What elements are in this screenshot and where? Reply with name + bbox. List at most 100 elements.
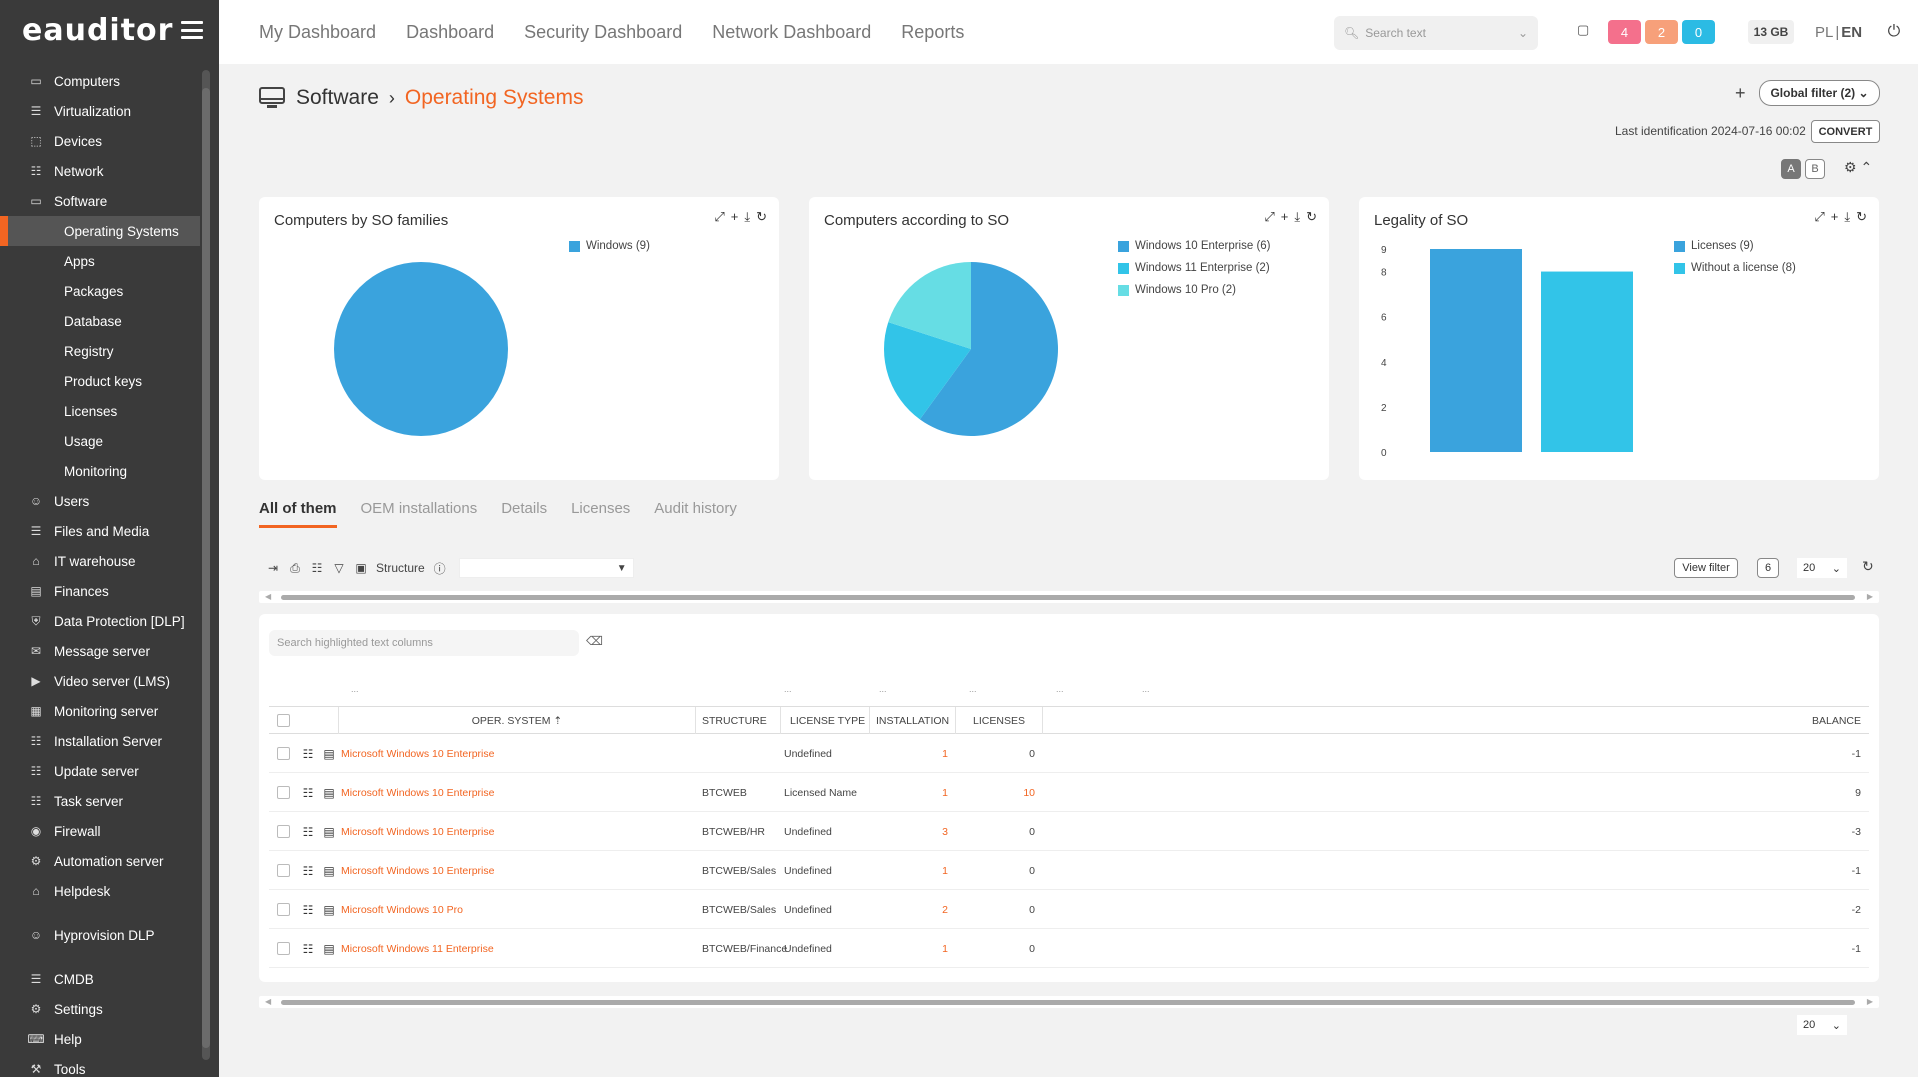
cell-licenses[interactable]: 10 <box>956 773 1043 812</box>
sidebar-item-hyprovision-dlp[interactable]: ☺Hyprovision DLP <box>0 920 200 950</box>
sidebar-item-virtualization[interactable]: ☰Virtualization <box>0 96 200 126</box>
horizontal-scrollbar-top[interactable]: ◀▶ <box>259 591 1879 603</box>
details-icon[interactable]: ▤ <box>323 942 334 956</box>
sidebar-item-computers[interactable]: ▭Computers <box>0 66 200 96</box>
row-checkbox[interactable] <box>277 903 290 916</box>
cell-installation[interactable]: 2 <box>870 890 956 929</box>
row-checkbox[interactable] <box>277 747 290 760</box>
page-size-select-bottom[interactable]: 20⌄ <box>1797 1015 1847 1035</box>
sidebar-item-task-server[interactable]: ☷Task server <box>0 786 200 816</box>
legend-entry[interactable]: Windows (9) <box>569 235 650 257</box>
print-icon[interactable]: ⎙ <box>288 561 302 575</box>
sidebar-item-database[interactable]: Database <box>0 306 200 336</box>
col-oper-system[interactable]: OPER. SYSTEM ⇡ <box>339 707 696 734</box>
tab-licenses[interactable]: Licenses <box>571 500 630 528</box>
topnav-network-dashboard[interactable]: Network Dashboard <box>712 22 871 43</box>
sidebar-item-network[interactable]: ☷Network <box>0 156 200 186</box>
details-icon[interactable]: ▤ <box>323 825 334 839</box>
column-filter-dots[interactable]: ... <box>969 684 977 694</box>
lang-pl[interactable]: PL <box>1815 24 1833 41</box>
column-filter-dots[interactable]: ... <box>879 684 887 694</box>
export-icon[interactable]: ⇥ <box>266 561 280 575</box>
bar-without-a-license[interactable] <box>1541 272 1633 452</box>
legend-entry[interactable]: Windows 10 Pro (2) <box>1118 279 1271 301</box>
col-installation[interactable]: INSTALLATION <box>870 707 956 734</box>
sidebar-item-licenses[interactable]: Licenses <box>0 396 200 426</box>
global-filter-button[interactable]: Global filter (2) ⌄ <box>1759 80 1880 106</box>
alert-badge[interactable]: 2 <box>1645 20 1678 44</box>
language-switch[interactable]: PL | EN <box>1815 20 1862 44</box>
topnav-my-dashboard[interactable]: My Dashboard <box>259 22 376 43</box>
sidebar-item-video-server-lms[interactable]: ▶Video server (LMS) <box>0 666 200 696</box>
column-filter-dots[interactable]: ... <box>1142 684 1150 694</box>
alert-badge[interactable]: 0 <box>1682 20 1715 44</box>
grid-menu-icon[interactable]: ☷ <box>303 942 314 956</box>
grid-menu-icon[interactable]: ☷ <box>303 747 314 761</box>
tab-audit-history[interactable]: Audit history <box>654 500 737 528</box>
grid-menu-icon[interactable]: ☷ <box>303 786 314 800</box>
legend-entry[interactable]: Licenses (9) <box>1674 235 1796 257</box>
table-search-input[interactable]: Search highlighted text columns <box>269 630 579 656</box>
convert-button[interactable]: CONVERT <box>1811 120 1880 143</box>
sidebar-item-settings[interactable]: ⚙Settings <box>0 994 200 1024</box>
breadcrumb-software[interactable]: Software <box>296 86 379 110</box>
sidebar-item-update-server[interactable]: ☷Update server <box>0 756 200 786</box>
table-row[interactable]: ☷▤Microsoft Windows 10 EnterpriseBTCWEB/… <box>269 851 1869 890</box>
tab-oem-installations[interactable]: OEM installations <box>361 500 478 528</box>
col-licenses[interactable]: LICENSES <box>956 707 1043 734</box>
cell-oper-system[interactable]: Microsoft Windows 10 Enterprise <box>341 773 696 812</box>
column-filter-dots[interactable]: ... <box>784 684 792 694</box>
hamburger-menu-icon[interactable] <box>181 21 203 39</box>
col-balance[interactable]: BALANCE <box>1043 707 1869 734</box>
cell-installation[interactable]: 1 <box>870 734 956 773</box>
save-icon[interactable]: ▣ <box>354 561 368 575</box>
info-icon[interactable]: ⓘ <box>433 561 447 575</box>
legend-entry[interactable]: Without a license (8) <box>1674 257 1796 279</box>
tab-details[interactable]: Details <box>501 500 547 528</box>
sidebar-item-apps[interactable]: Apps <box>0 246 200 276</box>
cell-installation[interactable]: 1 <box>870 773 956 812</box>
grid-menu-icon[interactable]: ☷ <box>303 903 314 917</box>
row-checkbox[interactable] <box>277 942 290 955</box>
cell-installation[interactable]: 3 <box>870 812 956 851</box>
col-license-type[interactable]: LICENSE TYPE <box>781 707 870 734</box>
power-icon[interactable]: ⏻ <box>1882 20 1906 44</box>
sidebar-scrollbar[interactable] <box>202 70 210 1060</box>
cell-installation[interactable]: 1 <box>870 929 956 968</box>
grid-menu-icon[interactable]: ☷ <box>303 825 314 839</box>
sidebar-item-usage[interactable]: Usage <box>0 426 200 456</box>
topnav-reports[interactable]: Reports <box>901 22 964 43</box>
column-filter-dots[interactable]: ... <box>1056 684 1064 694</box>
cell-oper-system[interactable]: Microsoft Windows 11 Enterprise <box>341 929 696 968</box>
sidebar-item-tools[interactable]: ⚒Tools <box>0 1054 200 1077</box>
details-icon[interactable]: ▤ <box>323 747 334 761</box>
sidebar-item-helpdesk[interactable]: ⌂Helpdesk <box>0 876 200 906</box>
structure-select[interactable]: ▼ <box>459 558 634 578</box>
sidebar-item-product-keys[interactable]: Product keys <box>0 366 200 396</box>
row-checkbox[interactable] <box>277 786 290 799</box>
chat-icon[interactable]: ▢ <box>1577 22 1589 38</box>
sidebar-item-files-and-media[interactable]: ☰Files and Media <box>0 516 200 546</box>
table-row[interactable]: ☷▤Microsoft Windows 10 EnterpriseBTCWEB/… <box>269 812 1869 851</box>
table-row[interactable]: ☷▤Microsoft Windows 11 EnterpriseBTCWEB/… <box>269 929 1869 968</box>
horizontal-scrollbar-bottom[interactable]: ◀▶ <box>259 996 1879 1008</box>
sidebar-item-devices[interactable]: ⬚Devices <box>0 126 200 156</box>
row-checkbox[interactable] <box>277 825 290 838</box>
search-input[interactable]: 🔍︎ Search text ⌄ <box>1334 16 1538 50</box>
sidebar-item-message-server[interactable]: ✉Message server <box>0 636 200 666</box>
sidebar-item-installation-server[interactable]: ☷Installation Server <box>0 726 200 756</box>
sidebar-item-firewall[interactable]: ◉Firewall <box>0 816 200 846</box>
sidebar-item-automation-server[interactable]: ⚙Automation server <box>0 846 200 876</box>
cell-oper-system[interactable]: Microsoft Windows 10 Pro <box>341 890 696 929</box>
cell-oper-system[interactable]: Microsoft Windows 10 Enterprise <box>341 812 696 851</box>
alert-badge[interactable]: 4 <box>1608 20 1641 44</box>
sidebar-item-finances[interactable]: ▤Finances <box>0 576 200 606</box>
sidebar-item-registry[interactable]: Registry <box>0 336 200 366</box>
details-icon[interactable]: ▤ <box>323 903 334 917</box>
tab-all-of-them[interactable]: All of them <box>259 500 337 528</box>
table-row[interactable]: ☷▤Microsoft Windows 10 ProBTCWEB/SalesUn… <box>269 890 1869 929</box>
cell-oper-system[interactable]: Microsoft Windows 10 Enterprise <box>341 851 696 890</box>
add-filter-icon[interactable]: + <box>1735 83 1746 104</box>
select-all-checkbox[interactable] <box>269 707 297 734</box>
sidebar-item-help[interactable]: ⌨Help <box>0 1024 200 1054</box>
